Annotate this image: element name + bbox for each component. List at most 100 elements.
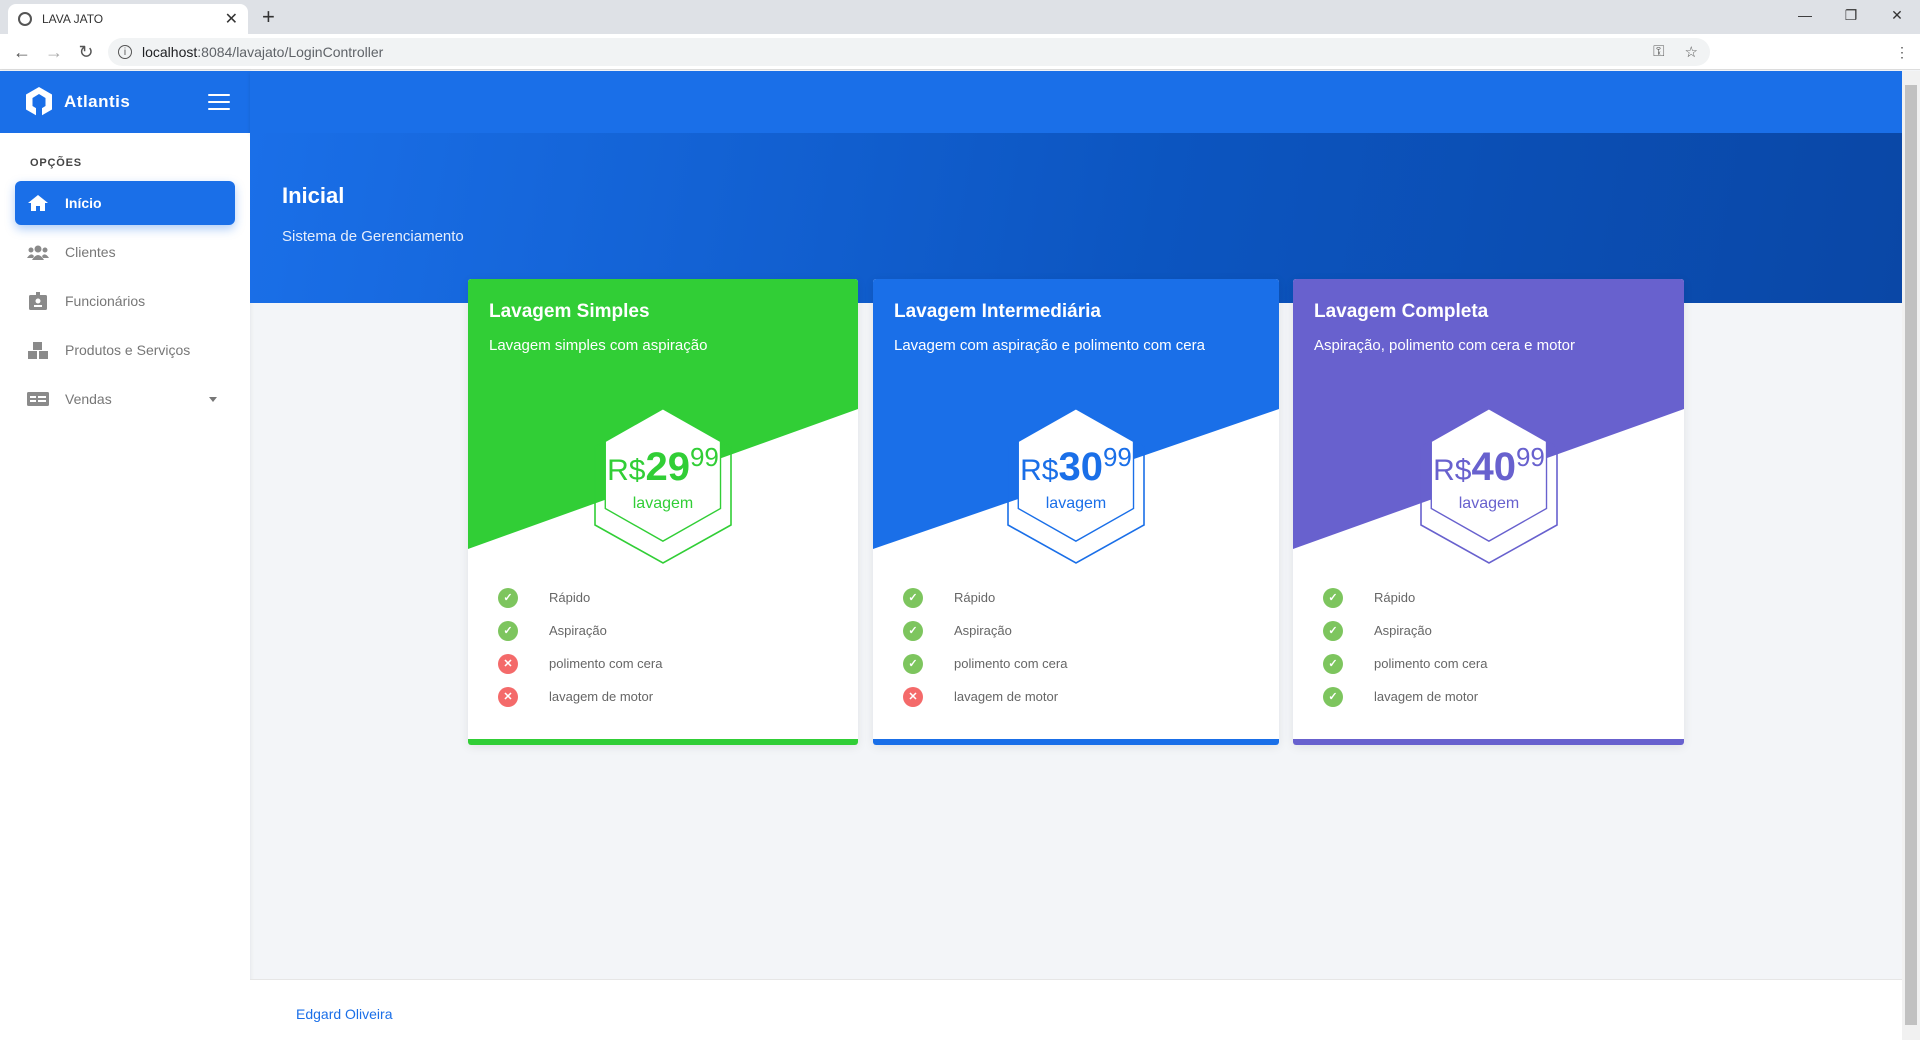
info-icon[interactable]: i: [118, 45, 132, 59]
card-subtitle: Lavagem com aspiração e polimento com ce…: [894, 337, 1205, 354]
card-subtitle: Aspiração, polimento com cera e motor: [1314, 337, 1575, 354]
price-badge: R$4099 lavagem: [1399, 397, 1579, 577]
feature-list: ✓ Rápido ✓ Aspiração ✓ polimento com cer…: [903, 581, 1067, 713]
feature-label: Aspiração: [549, 623, 607, 638]
sidebar-item-label: Início: [65, 195, 102, 211]
url-host: localhost: [142, 44, 198, 60]
check-icon: ✓: [903, 620, 923, 641]
feature-label: lavagem de motor: [1374, 689, 1479, 704]
globe-icon: [18, 12, 32, 26]
new-tab-button[interactable]: +: [262, 4, 275, 30]
footer-author-link[interactable]: Edgard Oliveira: [296, 1006, 393, 1022]
scrollbar-thumb[interactable]: [1905, 85, 1917, 1025]
tab-title: LAVA JATO: [42, 12, 104, 26]
chevron-down-icon: [209, 397, 217, 402]
price-badge: R$3099 lavagem: [986, 397, 1166, 577]
pricing-card: Lavagem Completa Aspiração, polimento co…: [1293, 279, 1684, 745]
home-icon: [27, 194, 49, 212]
feature-item: ✕ lavagem de motor: [498, 680, 662, 713]
check-icon: ✓: [498, 587, 518, 608]
restore-button[interactable]: ❐: [1828, 0, 1874, 30]
sidebar-item-label: Produtos e Serviços: [65, 342, 191, 358]
sidebar-item-vendas[interactable]: Vendas: [15, 377, 235, 421]
feature-item: ✓ Rápido: [1323, 581, 1487, 614]
money-icon: [27, 390, 49, 408]
minimize-button[interactable]: —: [1782, 0, 1828, 30]
card-title: Lavagem Intermediária: [894, 301, 1101, 322]
price-decimal: 99: [1515, 442, 1545, 472]
address-bar[interactable]: i localhost:8084/lavajato/LoginControlle…: [108, 38, 1710, 66]
sidebar-item-clientes[interactable]: Clientes: [15, 230, 235, 274]
hamburger-menu-icon[interactable]: [208, 94, 230, 110]
reload-icon[interactable]: ↻: [72, 38, 100, 66]
price-value: R$3099: [986, 442, 1166, 490]
check-icon: ✓: [1323, 587, 1343, 608]
browser-tab-bar: LAVA JATO ✕ + — ❐ ✕: [0, 0, 1920, 34]
feature-item: ✓ Rápido: [498, 581, 662, 614]
feature-label: Rápido: [1374, 590, 1416, 605]
brand-name: Atlantis: [64, 92, 131, 111]
card-bottom-bar: [468, 739, 858, 745]
sidebar: Atlantis OPÇÕES Início Clientes Funcioná…: [0, 71, 250, 1040]
sidebar-item-label: Clientes: [65, 244, 116, 260]
page-title: Inicial: [282, 183, 345, 208]
id-badge-icon: [27, 292, 49, 310]
key-icon[interactable]: ⚿: [1653, 43, 1664, 61]
page-header: Inicial Sistema de Gerenciamento: [250, 133, 1902, 303]
price-value: R$2999: [573, 442, 753, 490]
logo-icon: [24, 86, 54, 118]
feature-label: Rápido: [954, 590, 996, 605]
sidebar-item-inicio[interactable]: Início: [15, 181, 235, 225]
pricing-card: Lavagem Simples Lavagem simples com aspi…: [468, 279, 858, 745]
feature-list: ✓ Rápido ✓ Aspiração ✕ polimento com cer…: [498, 581, 662, 713]
cross-icon: ✕: [498, 686, 518, 707]
price-integer: 29: [645, 445, 690, 489]
star-icon[interactable]: ☆: [1685, 43, 1698, 61]
price-unit: lavagem: [632, 495, 694, 512]
feature-item: ✓ lavagem de motor: [1323, 680, 1487, 713]
close-tab-icon[interactable]: ✕: [225, 9, 238, 29]
forward-icon[interactable]: →: [40, 38, 68, 66]
sidebar-section-title: OPÇÕES: [30, 157, 82, 169]
browser-toolbar: ← → ↻ i localhost:8084/lavajato/LoginCon…: [0, 34, 1920, 97]
feature-label: polimento com cera: [549, 656, 663, 671]
feature-item: ✓ Aspiração: [903, 614, 1067, 647]
feature-item: ✓ Rápido: [903, 581, 1067, 614]
feature-item: ✓ Aspiração: [1323, 614, 1487, 647]
check-icon: ✓: [498, 620, 518, 641]
page-subtitle: Sistema de Gerenciamento: [282, 228, 464, 245]
feature-label: Rápido: [549, 590, 591, 605]
card-title: Lavagem Simples: [489, 301, 650, 322]
card-bottom-bar: [873, 739, 1279, 745]
scrollbar[interactable]: [1902, 71, 1920, 1040]
price-currency: R$: [607, 454, 646, 487]
close-window-button[interactable]: ✕: [1874, 0, 1920, 30]
price-integer: 40: [1471, 445, 1516, 489]
sidebar-item-label: Funcionários: [65, 293, 146, 309]
sidebar-item-produtos[interactable]: Produtos e Serviços: [15, 328, 235, 372]
price-decimal: 99: [689, 442, 719, 472]
back-icon[interactable]: ←: [8, 38, 36, 66]
feature-label: Aspiração: [1374, 623, 1432, 638]
sidebar-item-funcionarios[interactable]: Funcionários: [15, 279, 235, 323]
menu-dots-icon[interactable]: ⋮: [1888, 38, 1916, 66]
price-currency: R$: [1020, 454, 1059, 487]
card-bottom-bar: [1293, 739, 1684, 745]
users-icon: [27, 243, 49, 261]
price-currency: R$: [1433, 454, 1472, 487]
feature-label: polimento com cera: [1374, 656, 1488, 671]
feature-item: ✓ polimento com cera: [1323, 647, 1487, 680]
feature-label: lavagem de motor: [954, 689, 1059, 704]
boxes-icon: [27, 341, 49, 359]
check-icon: ✓: [1323, 686, 1343, 707]
price-integer: 30: [1058, 445, 1103, 489]
check-icon: ✓: [1323, 653, 1343, 674]
browser-tab[interactable]: LAVA JATO ✕: [8, 4, 248, 34]
feature-list: ✓ Rápido ✓ Aspiração ✓ polimento com cer…: [1323, 581, 1487, 713]
price-decimal: 99: [1102, 442, 1132, 472]
feature-label: lavagem de motor: [549, 689, 654, 704]
feature-label: polimento com cera: [954, 656, 1068, 671]
url-path: :8084/lavajato/LoginController: [197, 44, 384, 60]
feature-item: ✕ polimento com cera: [498, 647, 662, 680]
cross-icon: ✕: [498, 653, 518, 674]
